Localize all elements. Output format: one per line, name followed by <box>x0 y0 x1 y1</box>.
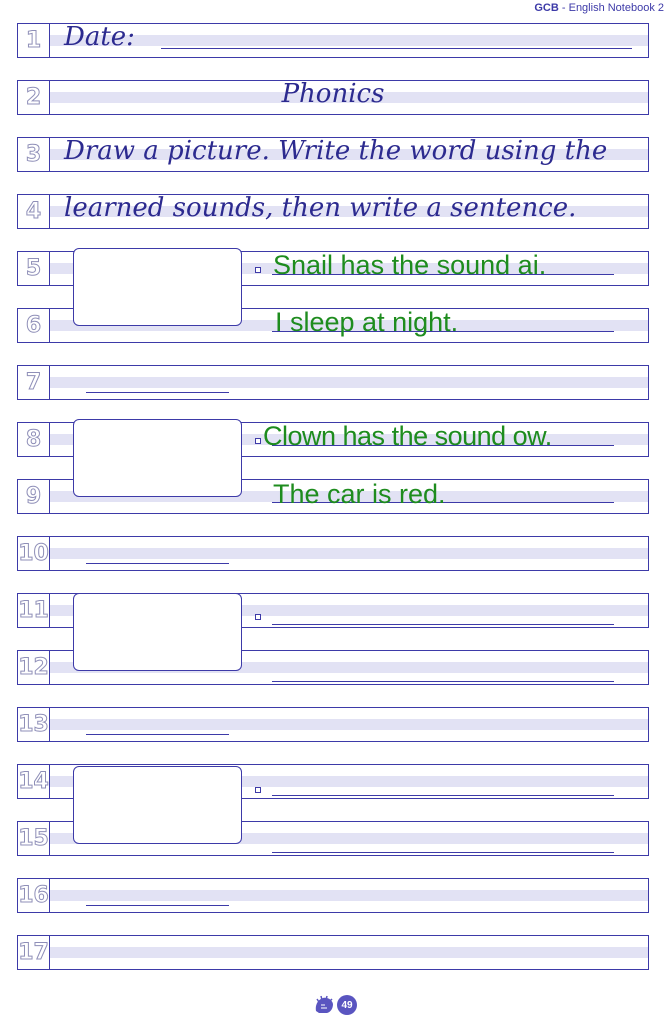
notebook-row: 17 <box>17 935 649 970</box>
picture-box[interactable] <box>73 766 242 844</box>
row-number: 16 <box>18 883 50 909</box>
row-number: 4 <box>25 199 42 225</box>
page-title: Phonics <box>281 79 385 109</box>
notebook-row: 3 Draw a picture. Write the word using t… <box>17 136 649 172</box>
word-write-line[interactable] <box>86 563 229 564</box>
row-number: 14 <box>18 769 50 795</box>
word-write-line[interactable] <box>272 795 614 796</box>
notebook-row: 1 Date: <box>17 22 649 58</box>
notebook-header: GCB - English Notebook 2 <box>534 2 664 14</box>
row-number: 15 <box>18 826 50 852</box>
row-number: 9 <box>25 484 42 510</box>
lion-mascot-icon <box>315 995 333 1013</box>
row-number: 11 <box>18 598 50 624</box>
word-write-line[interactable] <box>86 734 229 735</box>
answer-sentence: I sleep at night. <box>275 307 459 337</box>
answer-sentence: The car is red. <box>273 479 446 509</box>
instruction-line-2: learned sounds, then write a sentence. <box>64 193 577 223</box>
notebook-row: 7 <box>17 365 649 400</box>
picture-box[interactable] <box>73 593 242 671</box>
answer-word-sentence: Clown has the sound ow. <box>263 421 552 451</box>
picture-box[interactable] <box>73 419 242 497</box>
notebook-row: 16 <box>17 878 649 913</box>
row-number: 10 <box>18 541 50 567</box>
sentence-write-line[interactable] <box>272 852 614 853</box>
row-number: 3 <box>25 142 42 168</box>
answer-word-sentence: Snail has the sound ai. <box>273 250 547 280</box>
page-number: 49 <box>337 995 357 1015</box>
row-number: 8 <box>25 427 42 453</box>
row-number: 6 <box>25 313 42 339</box>
notebook-row: 2 Phonics <box>17 79 649 115</box>
date-write-line[interactable] <box>161 48 632 49</box>
sentence-write-line[interactable] <box>272 681 614 682</box>
bullet-icon <box>255 787 261 793</box>
row-number: 13 <box>18 712 50 738</box>
word-write-line[interactable] <box>86 392 229 393</box>
bullet-icon <box>255 614 261 620</box>
row-number: 1 <box>25 28 42 54</box>
notebook-subtitle: - English Notebook 2 <box>558 2 664 14</box>
notebook-row: 4 learned sounds, then write a sentence. <box>17 193 649 229</box>
row-number: 12 <box>18 655 50 681</box>
bullet-icon <box>255 438 261 444</box>
brand-label: GCB <box>534 2 559 14</box>
picture-box[interactable] <box>73 248 242 326</box>
word-write-line[interactable] <box>86 905 229 906</box>
row-number: 17 <box>18 940 50 966</box>
instruction-line-1: Draw a picture. Write the word using the <box>64 136 608 166</box>
notebook-row: 13 <box>17 707 649 742</box>
notebook-row: 10 <box>17 536 649 571</box>
date-label: Date: <box>64 22 135 52</box>
page-footer: 49 <box>0 994 670 1016</box>
row-number: 7 <box>25 370 42 396</box>
bullet-icon <box>255 267 261 273</box>
word-write-line[interactable] <box>272 624 614 625</box>
row-number: 5 <box>25 256 42 282</box>
